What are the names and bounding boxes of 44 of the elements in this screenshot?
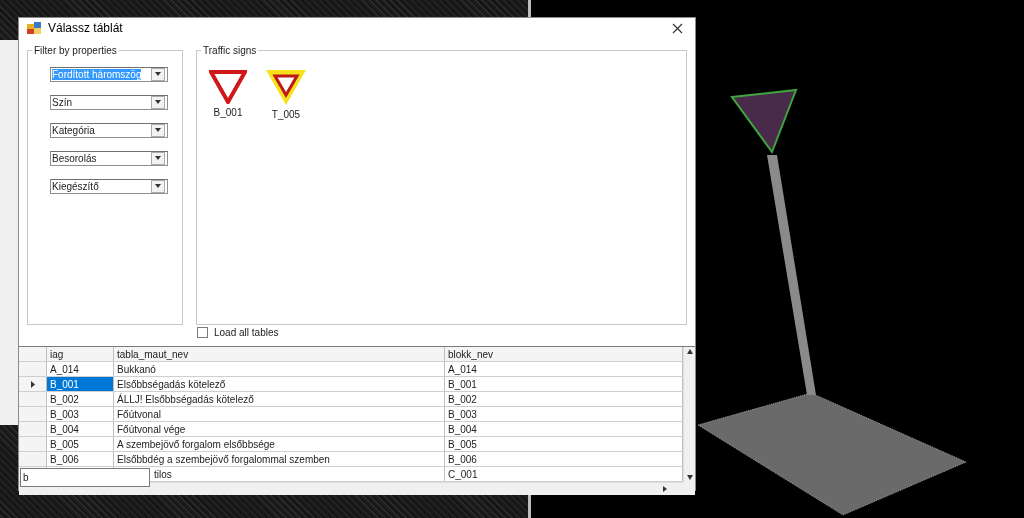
window-title: Válassz táblát: [48, 21, 124, 35]
table-cell: B_001: [47, 377, 114, 391]
caret-icon[interactable]: [155, 128, 161, 133]
yield-sign-icon: [266, 70, 306, 106]
table-cell: Elsőbbségadás kötelező: [114, 377, 445, 391]
table-cell: Főútvonal vége: [114, 422, 445, 436]
filter-dropdown[interactable]: Kiegészítő: [50, 179, 168, 194]
app-icon: [27, 22, 41, 34]
scroll-up-icon[interactable]: [686, 349, 693, 354]
sign-label[interactable]: T_005: [271, 109, 301, 120]
column-header[interactable]: tabla_maut_nev: [114, 347, 445, 361]
vertical-scrollbar[interactable]: [683, 347, 695, 482]
filter-dropdown[interactable]: Besorolás: [50, 151, 168, 166]
table-cell: B_005: [47, 437, 114, 451]
horizontal-scrollbar[interactable]: [19, 482, 683, 495]
table-cell: B_006: [47, 452, 114, 466]
scroll-down-icon[interactable]: [686, 475, 693, 480]
caret-icon[interactable]: [155, 100, 161, 105]
column-header[interactable]: iag: [47, 347, 114, 361]
table-cell: B_002: [47, 392, 114, 406]
filter-dropdown[interactable]: Szín: [50, 95, 168, 110]
checkbox[interactable]: [197, 327, 208, 338]
table-cell: Bukkanó: [114, 362, 445, 376]
table-cell: ÁLLJ! Elsőbbségadás kötelező: [114, 392, 445, 406]
current-row-icon: [30, 380, 35, 388]
row-header[interactable]: [19, 377, 47, 391]
table-cell: A_014: [47, 362, 114, 376]
table-cell: B_003: [47, 407, 114, 421]
search-field[interactable]: b: [20, 468, 150, 487]
table-cell: Főútvonal: [114, 407, 445, 421]
group-title: Filter by properties: [33, 45, 118, 56]
close-icon[interactable]: [671, 22, 683, 34]
caret-icon[interactable]: [155, 184, 161, 189]
sign-label[interactable]: B_001: [213, 107, 243, 118]
scroll-right-icon[interactable]: [663, 486, 667, 492]
table-cell: Elsőbbdég a szembejövő forgalommal szemben: [114, 452, 445, 466]
caret-icon[interactable]: [155, 72, 161, 77]
group-title: Traffic signs: [202, 45, 258, 56]
caret-icon[interactable]: [155, 156, 161, 161]
filter-dropdown[interactable]: Kategória: [50, 123, 168, 138]
table-cell: B_004: [47, 422, 114, 436]
table-cell: A szembejövő forgalom elsőbbsége: [114, 437, 445, 451]
checkbox-label[interactable]: Load all tables: [214, 327, 279, 338]
yield-sign-icon: [209, 70, 247, 104]
